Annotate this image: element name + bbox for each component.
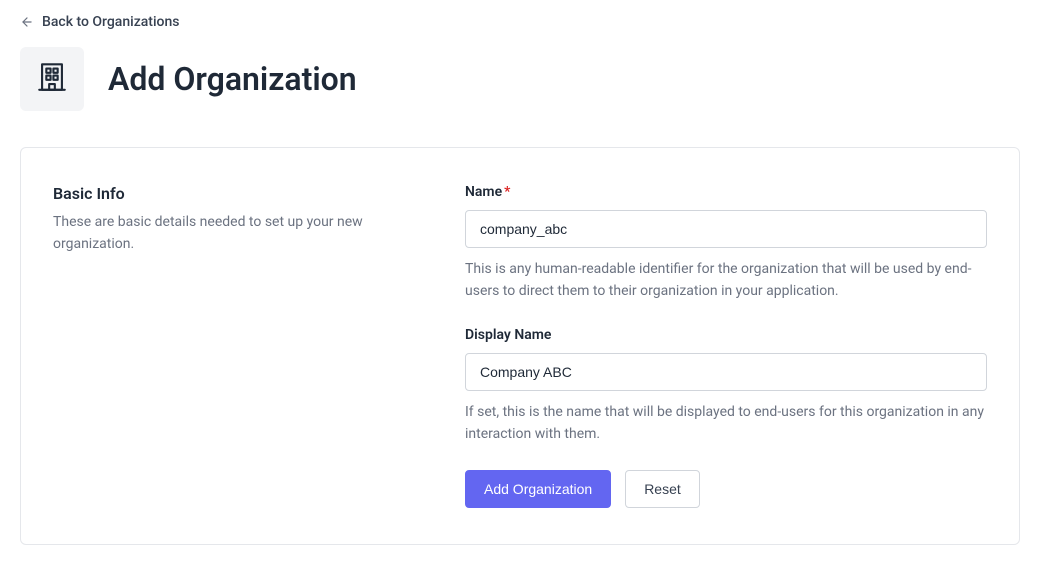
card-form-column: Name* This is any human-readable identif…: [465, 184, 987, 508]
display-name-help-text: If set, this is the name that will be di…: [465, 401, 987, 446]
page-header: Add Organization: [20, 47, 1020, 111]
back-to-organizations-link[interactable]: Back to Organizations: [20, 12, 179, 32]
display-name-input[interactable]: [465, 353, 987, 391]
name-help-text: This is any human-readable identifier fo…: [465, 258, 987, 303]
button-row: Add Organization Reset: [465, 470, 987, 508]
section-title: Basic Info: [53, 184, 433, 203]
display-name-label: Display Name: [465, 327, 987, 343]
name-label-text: Name: [465, 184, 502, 200]
add-organization-button[interactable]: Add Organization: [465, 470, 611, 508]
name-label: Name*: [465, 184, 987, 200]
back-link-label: Back to Organizations: [42, 14, 179, 30]
display-name-form-group: Display Name If set, this is the name th…: [465, 327, 987, 446]
page-title: Add Organization: [108, 60, 357, 98]
organization-icon-tile: [20, 47, 84, 111]
basic-info-card: Basic Info These are basic details neede…: [20, 147, 1020, 545]
building-icon: [35, 60, 69, 98]
arrow-left-icon: [20, 15, 34, 29]
name-form-group: Name* This is any human-readable identif…: [465, 184, 987, 303]
name-input[interactable]: [465, 210, 987, 248]
required-asterisk: *: [504, 184, 510, 200]
card-description-column: Basic Info These are basic details neede…: [53, 184, 433, 508]
section-description: These are basic details needed to set up…: [53, 211, 433, 256]
reset-button[interactable]: Reset: [625, 470, 700, 508]
